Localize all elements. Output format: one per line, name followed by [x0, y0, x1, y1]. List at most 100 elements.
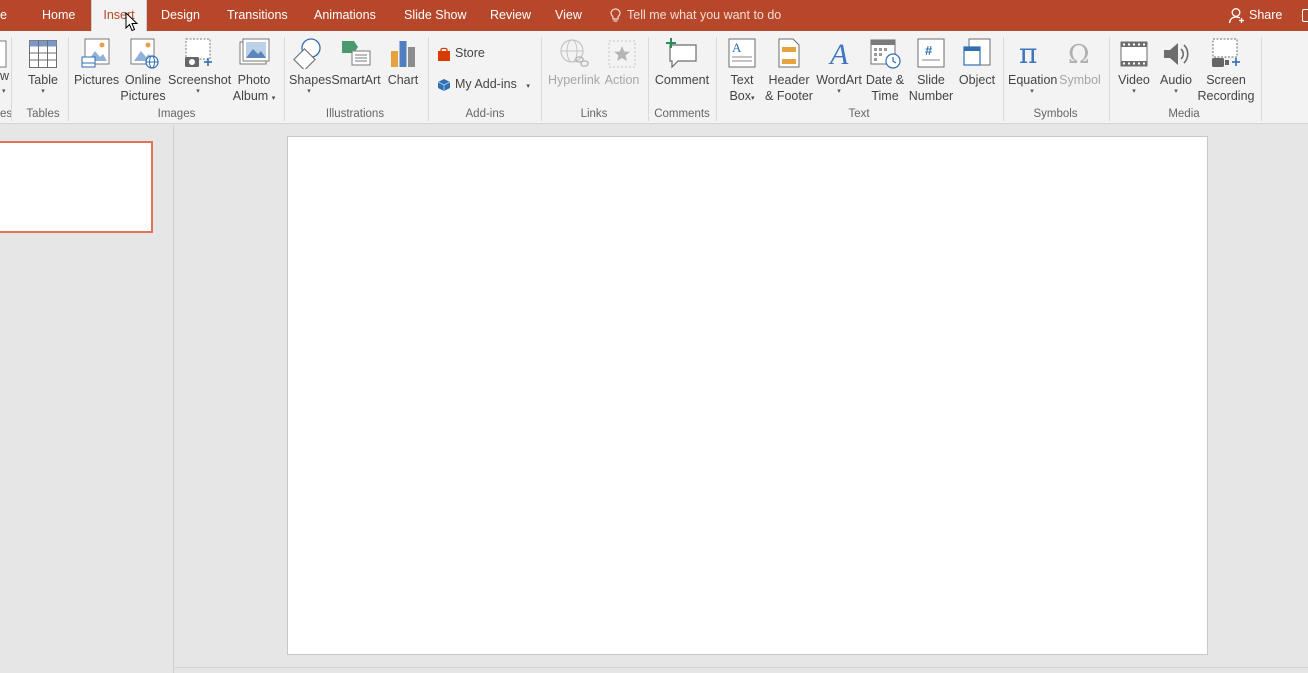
- tell-me-search[interactable]: Tell me what you want to do: [610, 0, 781, 31]
- chevron-down-icon: ▾: [196, 88, 200, 95]
- tab-slide-show[interactable]: Slide Show: [404, 0, 467, 31]
- addins-cube-icon: [437, 78, 451, 91]
- slide-thumbnail-pane[interactable]: [0, 125, 174, 673]
- chevron-down-icon: ▾: [41, 88, 45, 95]
- ribbon-tab-bar: e Home Insert Design Transitions Animati…: [0, 0, 1308, 32]
- action-star-icon: [608, 40, 636, 68]
- chevron-down-icon: ▾: [526, 83, 530, 90]
- share-label: Share: [1249, 8, 1283, 22]
- group-label-text: Text: [848, 108, 870, 120]
- group-separator: [11, 37, 12, 121]
- omega-symbol-icon: Ω: [1068, 40, 1090, 69]
- chevron-down-icon: ▾: [1030, 88, 1034, 95]
- date-time-button[interactable]: Date & Time: [864, 35, 906, 104]
- group-separator: [68, 37, 69, 121]
- photo-album-button[interactable]: Photo Album ▾: [229, 35, 279, 107]
- equation-button[interactable]: π Equation ▾: [1008, 35, 1057, 96]
- svg-text:π: π: [1019, 37, 1037, 69]
- calendar-clock-icon: [870, 39, 901, 69]
- wordart-icon: A: [828, 38, 849, 69]
- store-bag-icon: [438, 47, 450, 61]
- tab-review[interactable]: Review: [490, 0, 531, 31]
- chevron-down-icon: ▾: [837, 88, 841, 95]
- slide-icon-partial: [0, 40, 7, 68]
- mouse-pointer-icon: [125, 12, 139, 32]
- symbol-button[interactable]: Ω Symbol: [1057, 35, 1103, 88]
- tab-home[interactable]: Home: [42, 0, 75, 31]
- lightbulb-icon: [610, 8, 621, 22]
- group-label-illustrations: Illustrations: [325, 108, 385, 120]
- shapes-button[interactable]: Shapes ▾: [289, 35, 331, 96]
- smartart-button[interactable]: SmartArt: [331, 35, 381, 88]
- my-addins-button[interactable]: My Add-ins ▾: [437, 73, 530, 95]
- hyperlink-button[interactable]: Hyperlink: [547, 35, 601, 88]
- hyperlink-globe-icon: [560, 39, 589, 67]
- screenshot-button[interactable]: Screenshot ▾: [168, 35, 231, 96]
- comment-button[interactable]: Comment: [653, 35, 711, 88]
- svg-text:A: A: [732, 40, 742, 55]
- group-separator: [284, 37, 285, 121]
- photo-album-icon: [239, 38, 270, 65]
- group-separator: [1003, 37, 1004, 121]
- header-footer-icon: [778, 38, 800, 68]
- wordart-button[interactable]: A WordArt ▾: [816, 35, 862, 96]
- online-pictures-icon: [130, 38, 159, 69]
- slide-thumbnail-1[interactable]: [0, 141, 153, 233]
- group-label-images: Images: [157, 108, 196, 120]
- new-slide-partial-label[interactable]: w: [0, 68, 9, 84]
- table-icon: [29, 40, 57, 68]
- speaker-audio-icon: [1164, 43, 1189, 65]
- smartart-icon: [342, 41, 371, 66]
- pictures-button[interactable]: Pictures: [74, 35, 119, 88]
- group-separator: [1109, 37, 1110, 121]
- table-button[interactable]: Table ▾: [22, 35, 64, 96]
- video-button[interactable]: Video ▾: [1114, 35, 1154, 96]
- store-button[interactable]: Store: [437, 42, 485, 64]
- group-label-media: Media: [1168, 108, 1200, 120]
- group-separator: [716, 37, 717, 121]
- pi-equation-icon: π: [1019, 37, 1037, 69]
- chevron-down-icon: ▾: [2, 88, 6, 95]
- chevron-down-icon: ▾: [307, 88, 311, 95]
- object-button[interactable]: Object: [955, 35, 999, 88]
- tab-animations[interactable]: Animations: [314, 0, 376, 31]
- slide-canvas[interactable]: [287, 136, 1208, 655]
- object-icon: [963, 38, 991, 66]
- chevron-down-icon: ▾: [1174, 88, 1178, 95]
- group-label-symbols: Symbols: [1033, 108, 1078, 120]
- slide-editor-area[interactable]: [175, 125, 1308, 673]
- group-label-comments: Comments: [654, 108, 710, 120]
- header-footer-button[interactable]: Header & Footer: [762, 35, 816, 104]
- person-icon: [1228, 8, 1244, 24]
- tab-view[interactable]: View: [555, 0, 582, 31]
- svg-text:A: A: [828, 38, 849, 69]
- share-button[interactable]: Share: [1228, 0, 1282, 31]
- group-label-links: Links: [580, 108, 608, 120]
- text-box-label-2: Box: [729, 89, 752, 103]
- chevron-down-icon: ▾: [751, 95, 755, 102]
- text-box-icon: A: [728, 38, 756, 68]
- text-box-button[interactable]: A Text Box▾: [724, 35, 760, 107]
- chevron-down-icon: ▾: [271, 95, 276, 102]
- tab-transitions[interactable]: Transitions: [227, 0, 288, 31]
- screen-recording-button[interactable]: Screen Recording: [1196, 35, 1256, 104]
- group-separator: [428, 37, 429, 121]
- group-label-tables: Tables: [26, 108, 60, 120]
- tell-me-text: Tell me what you want to do: [627, 8, 782, 22]
- screen-recording-icon: [1212, 38, 1240, 67]
- slide-number-button[interactable]: # Slide Number: [907, 35, 955, 104]
- group-separator: [541, 37, 542, 121]
- action-button[interactable]: Action: [603, 35, 641, 88]
- shapes-icon: [293, 38, 321, 69]
- audio-button[interactable]: Audio ▾: [1156, 35, 1196, 96]
- screenshot-icon: [185, 38, 212, 67]
- photo-album-label-2: Album: [232, 89, 269, 103]
- tab-design[interactable]: Design: [161, 0, 200, 31]
- film-video-icon: [1120, 41, 1148, 67]
- online-pictures-button[interactable]: Online Pictures: [120, 35, 166, 104]
- insert-ribbon: w ▾ es Table ▾ Tables Pictures Online Pi…: [0, 31, 1308, 124]
- group-label-addins: Add-ins: [465, 108, 505, 120]
- comments-pane-icon[interactable]: [1302, 9, 1308, 22]
- tab-file[interactable]: e: [0, 0, 7, 31]
- chart-button[interactable]: Chart: [385, 35, 421, 88]
